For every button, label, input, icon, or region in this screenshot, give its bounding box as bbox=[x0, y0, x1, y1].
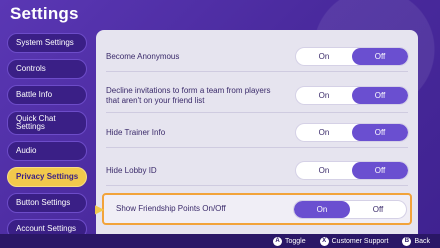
setting-label: Show Friendship Points On/Off bbox=[116, 204, 226, 214]
selection-cursor-icon: ▶ bbox=[95, 202, 105, 216]
decline-invitations-toggle[interactable]: On Off bbox=[296, 87, 408, 104]
toggle-on-option[interactable]: On bbox=[296, 87, 352, 104]
sidebar-item-privacy-settings[interactable]: Privacy Settings bbox=[7, 167, 87, 187]
hint-back[interactable]: B Back bbox=[402, 236, 430, 246]
sidebar-item-battle-info[interactable]: Battle Info bbox=[7, 85, 87, 105]
a-button-icon: A bbox=[272, 236, 282, 246]
settings-panel: Become Anonymous On Off Decline invitati… bbox=[96, 30, 418, 234]
setting-label: Hide Lobby ID bbox=[106, 165, 157, 175]
hint-label: Back bbox=[414, 237, 430, 245]
setting-label: Decline invitations to form a team from … bbox=[106, 86, 271, 105]
x-button-icon: X bbox=[319, 236, 329, 246]
setting-row-hide-lobby-id: Hide Lobby ID On Off bbox=[106, 156, 408, 186]
setting-row-hide-trainer-info: Hide Trainer Info On Off bbox=[106, 118, 408, 148]
sidebar-item-controls[interactable]: Controls bbox=[7, 59, 87, 79]
hint-customer-support[interactable]: X Customer Support bbox=[319, 236, 389, 246]
setting-row-decline-invitations: Decline invitations to form a team from … bbox=[106, 79, 408, 113]
toggle-off-option[interactable]: Off bbox=[352, 87, 408, 104]
sidebar-item-system-settings[interactable]: System Settings bbox=[7, 33, 87, 53]
setting-label: Hide Trainer Info bbox=[106, 127, 166, 137]
hide-trainer-info-toggle[interactable]: On Off bbox=[296, 124, 408, 141]
sidebar-item-quick-chat-settings[interactable]: Quick Chat Settings bbox=[7, 111, 87, 135]
setting-row-show-friendship-points[interactable]: Show Friendship Points On/Off On Off bbox=[102, 193, 412, 225]
sidebar-item-button-settings[interactable]: Button Settings bbox=[7, 193, 87, 213]
setting-row-become-anonymous: Become Anonymous On Off bbox=[106, 42, 408, 72]
toggle-on-option[interactable]: On bbox=[296, 48, 352, 65]
b-button-icon: B bbox=[402, 236, 412, 246]
show-friendship-points-toggle[interactable]: On Off bbox=[294, 200, 406, 218]
sidebar-item-audio[interactable]: Audio bbox=[7, 141, 87, 161]
toggle-on-option[interactable]: On bbox=[296, 124, 352, 141]
hint-label: Toggle bbox=[284, 237, 306, 245]
toggle-on-option[interactable]: On bbox=[294, 200, 350, 218]
footer-hints: A Toggle X Customer Support B Back bbox=[0, 234, 440, 248]
toggle-off-option[interactable]: Off bbox=[352, 124, 408, 141]
hint-label: Customer Support bbox=[331, 237, 389, 245]
hide-lobby-id-toggle[interactable]: On Off bbox=[296, 162, 408, 179]
sidebar: System Settings Controls Battle Info Qui… bbox=[7, 33, 87, 239]
toggle-off-option[interactable]: Off bbox=[352, 162, 408, 179]
become-anonymous-toggle[interactable]: On Off bbox=[296, 48, 408, 65]
toggle-off-option[interactable]: Off bbox=[350, 201, 406, 218]
toggle-off-option[interactable]: Off bbox=[352, 48, 408, 65]
page-title: Settings bbox=[10, 4, 79, 23]
toggle-on-option[interactable]: On bbox=[296, 162, 352, 179]
hint-toggle[interactable]: A Toggle bbox=[272, 236, 306, 246]
setting-label: Become Anonymous bbox=[106, 51, 180, 61]
